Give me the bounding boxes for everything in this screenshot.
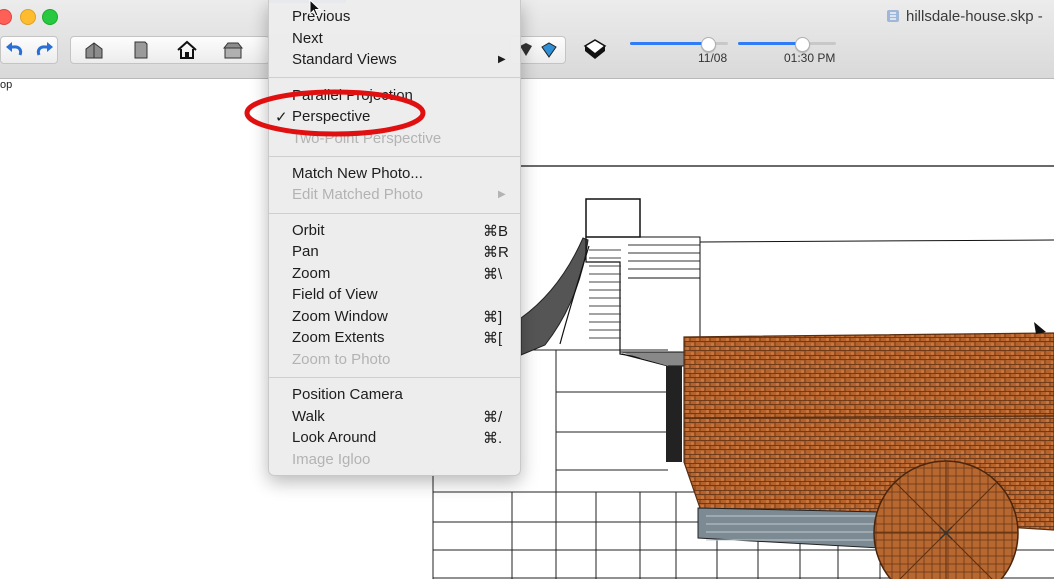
menu-item-zoom-window[interactable]: Zoom Window ⌘]	[269, 307, 520, 328]
menu-item-next[interactable]: Next	[269, 29, 520, 50]
menu-item-zoom-to-photo: Zoom to Photo	[292, 351, 391, 368]
menu-item-match-new-photo[interactable]: Match New Photo...	[269, 164, 520, 185]
menu-item-look-around[interactable]: Look Around ⌘.	[269, 428, 520, 449]
menu-item-zoom-extents[interactable]: Zoom Extents ⌘[	[269, 328, 520, 349]
menu-item-edit-matched-photo: Edit Matched Photo ▶	[292, 186, 506, 203]
menu-item-walk[interactable]: Walk ⌘/	[269, 407, 520, 428]
camera-menu: Previous Next Standard Views ▶ Parallel P…	[268, 0, 521, 476]
house-model	[432, 165, 1054, 579]
menu-item-standard-views[interactable]: Standard Views ▶	[269, 50, 520, 71]
menu-item-orbit[interactable]: Orbit ⌘B	[269, 221, 520, 242]
menu-item-pan[interactable]: Pan ⌘R	[269, 242, 520, 263]
model-viewport[interactable]	[0, 0, 1054, 579]
menu-separator	[269, 377, 520, 378]
menu-separator	[269, 156, 520, 157]
menu-item-field-of-view[interactable]: Field of View	[269, 285, 520, 306]
submenu-arrow-icon: ▶	[498, 189, 506, 200]
menu-item-position-camera[interactable]: Position Camera	[269, 385, 520, 406]
menu-separator	[269, 213, 520, 214]
menu-item-zoom[interactable]: Zoom ⌘\	[269, 264, 520, 285]
red-annotation-ellipse	[244, 89, 426, 137]
menu-separator	[269, 77, 520, 78]
mouse-cursor-icon	[309, 0, 322, 17]
submenu-arrow-icon: ▶	[498, 54, 506, 65]
menu-item-previous[interactable]: Previous	[269, 7, 520, 28]
menu-item-image-igloo: Image Igloo	[292, 451, 371, 468]
